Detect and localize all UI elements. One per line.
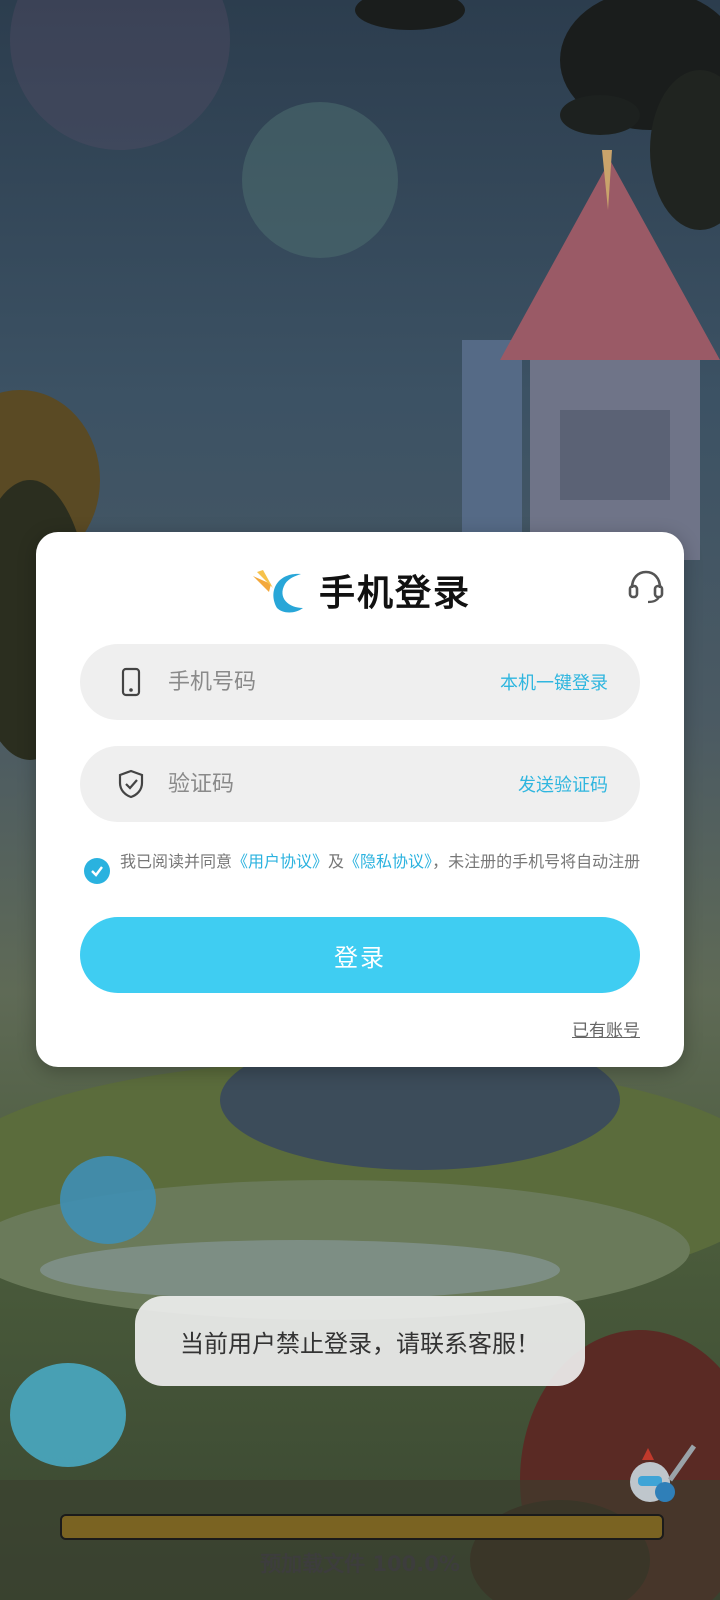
login-card: 手机登录 本机一键登录 发送验证码	[36, 532, 684, 1067]
agreement-row: 我已阅读并同意《用户协议》及《隐私协议》，未注册的手机号将自动注册	[84, 850, 674, 884]
agreement-prefix: 我已阅读并同意	[120, 852, 233, 871]
game-background: 手机登录 本机一键登录 发送验证码	[0, 0, 720, 1600]
loading-progress-bar	[60, 1514, 664, 1540]
card-header: 手机登录	[36, 562, 684, 618]
one-click-login-link[interactable]: 本机一键登录	[500, 669, 608, 695]
send-code-link[interactable]: 发送验证码	[518, 771, 608, 797]
page-title: 手机登录	[318, 573, 471, 614]
have-account-link[interactable]: 已有账号	[572, 1016, 640, 1041]
checkmark-icon	[91, 866, 103, 877]
toast-message: 当前用户禁止登录，请联系客服！	[135, 1296, 585, 1386]
login-button[interactable]: 登录	[80, 917, 640, 993]
headset-icon[interactable]	[626, 566, 666, 606]
agreement-suffix: ，未注册的手机号将自动注册	[432, 852, 641, 871]
loading-progress-fill	[62, 1516, 662, 1538]
code-field: 发送验证码	[80, 746, 640, 822]
phone-field: 本机一键登录	[80, 644, 640, 720]
agreement-checkbox[interactable]	[84, 858, 110, 884]
privacy-agreement-link[interactable]: 《隐私协议》	[344, 852, 432, 871]
agreement-text: 我已阅读并同意《用户协议》及《隐私协议》，未注册的手机号将自动注册	[120, 850, 640, 874]
verification-code-input[interactable]	[166, 770, 518, 798]
app-logo-icon	[252, 570, 303, 613]
phone-icon	[121, 667, 141, 697]
loading-label: 预加载文件 100.0%	[260, 1552, 460, 1576]
user-agreement-link[interactable]: 《用户协议》	[232, 852, 328, 871]
phone-input[interactable]	[166, 668, 500, 696]
agreement-and: 及	[328, 852, 345, 871]
knight-mascot-icon	[630, 1444, 697, 1502]
shield-check-icon	[118, 769, 144, 799]
